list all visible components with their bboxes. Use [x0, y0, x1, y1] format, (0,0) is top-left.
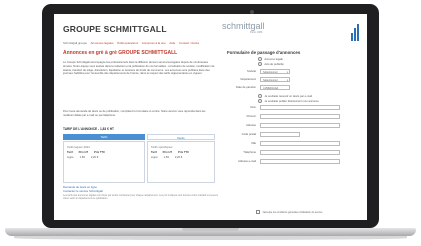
schmittgall-logo[interactable]: schmittgall: [222, 21, 265, 31]
label-ville: Ville: [250, 142, 256, 145]
panel-header-row: Tarif Prix HT Prix TTC: [151, 151, 213, 154]
adresse-field[interactable]: [260, 123, 340, 128]
label-nom: Nom: [250, 106, 256, 109]
laptop-shadow: [14, 236, 407, 240]
radio-label: Je souhaite recevoir un devis par e-mail: [264, 94, 312, 98]
col-header: Tarif: [67, 151, 73, 154]
cell: 2,20 €: [174, 156, 183, 159]
panel-subtitle: Tarifs légaux 2024: [67, 145, 90, 149]
tarifs-panel: Tarifs légaux 2024 Tarif Prix HT Prix TT…: [63, 141, 145, 183]
label-telephone: Téléphone: [243, 151, 256, 154]
radio-publier[interactable]: Je souhaite publier directement mon anno…: [258, 99, 319, 104]
label-societe: Société: [247, 70, 256, 73]
nav-item-annonces[interactable]: Annonces légales: [91, 41, 114, 45]
cell: Ligne: [151, 156, 158, 159]
col-header: Prix HT: [162, 151, 173, 154]
intro-paragraph: Le Groupe Schmittgall accompagne les pro…: [63, 61, 215, 76]
ville-field[interactable]: [260, 141, 340, 146]
devis-panel: Tarifs spécifiques Tarif Prix HT Prix TT…: [147, 141, 215, 183]
nom-field[interactable]: [260, 105, 340, 110]
email-field[interactable]: [260, 159, 340, 164]
form-title: Formulaire de passage d'annonces: [227, 50, 301, 55]
radio-devis-email[interactable]: Je souhaite recevoir un devis par e-mail: [258, 94, 312, 99]
col-header: Prix TTC: [178, 151, 190, 154]
nav-item-aide[interactable]: Aide: [169, 41, 175, 45]
brand-title: GROUPE SCHMITTGALL: [63, 24, 167, 34]
label-code-postal: Code postal: [241, 133, 256, 136]
tab-tarifs[interactable]: Tarifs: [63, 134, 145, 140]
tab-devis[interactable]: Devis: [147, 134, 215, 140]
radio-annonce-legale[interactable]: Annonce légale: [258, 57, 283, 62]
checkbox-icon[interactable]: [256, 210, 261, 215]
radio-circle-icon[interactable]: [258, 62, 263, 67]
logo-subtitle: Paris 1986: [250, 31, 263, 34]
table-row: Ligne 1,83 2,20 €: [67, 156, 142, 159]
cell: Ligne: [67, 156, 74, 159]
radio-circle-icon[interactable]: [258, 99, 263, 104]
label-departement: Département: [240, 78, 256, 81]
date-field[interactable]: JJ/MM/AAAA: [260, 85, 290, 90]
prenom-field[interactable]: [260, 114, 340, 119]
col-header: Prix TTC: [94, 151, 106, 154]
page-title: Annonces en grè à grè GROUPE SCHMITTGALL: [63, 50, 178, 56]
nav-item-une[interactable]: Annonces à la une: [142, 41, 166, 45]
cell: 2,20 €: [90, 156, 99, 159]
departement-select[interactable]: Sélectionnez: [260, 77, 290, 82]
label-email: Adresse e-mail: [238, 160, 256, 163]
radio-circle-icon[interactable]: [258, 94, 263, 99]
consent-label: J'accepte les conditions générales d'uti…: [262, 210, 323, 214]
consent-checkbox[interactable]: J'accepte les conditions générales d'uti…: [256, 210, 323, 215]
cell: 1,83: [163, 156, 169, 159]
panel-subtitle: Tarifs spécifiques: [151, 145, 173, 149]
telephone-field[interactable]: [260, 150, 340, 155]
label-prenom: Prénom: [246, 115, 256, 118]
societe-select[interactable]: Sélectionnez: [260, 69, 290, 74]
radio-avis[interactable]: Avis de publicité: [258, 62, 284, 67]
radio-circle-icon[interactable]: [258, 57, 263, 62]
info-paragraph: Pour toute demande de devis ou de public…: [63, 110, 206, 117]
code-postal-field[interactable]: [260, 132, 300, 137]
cell: 1,83: [79, 156, 85, 159]
link-list: Demande de devis en ligne Contactez le s…: [63, 185, 103, 193]
contact-link[interactable]: Contactez le service Schmittgall: [63, 189, 103, 193]
footnote: Les tarifs des annonces légales sont fix…: [63, 194, 218, 201]
bar-chart-icon: [351, 24, 361, 41]
radio-label: Annonce légale: [264, 57, 283, 61]
label-adresse: Adresse: [246, 124, 256, 127]
nav-item-publi[interactable]: Publi-opérations: [117, 41, 138, 45]
nav-item-groupe[interactable]: Schmittgall groupe: [63, 41, 87, 45]
table-row: Ligne 1,83 2,20 €: [151, 156, 213, 159]
col-header: Tarif: [151, 151, 157, 154]
label-date: Date de parution: [236, 86, 256, 89]
panel-header-row: Tarif Prix HT Prix TTC: [67, 151, 142, 154]
radio-label: Je souhaite publier directement mon anno…: [264, 99, 319, 103]
top-nav: Schmittgall groupe Annonces légales Publ…: [63, 41, 353, 45]
table-title: TARIF DE L'ANNONCE - 1,83 € HT: [63, 127, 114, 131]
laptop-notch: [182, 228, 239, 231]
screen: GROUPE SCHMITTGALL schmittgall Paris 198…: [54, 14, 367, 220]
nav-item-contact[interactable]: Contact / Accès: [179, 41, 199, 45]
radio-label: Avis de publicité: [264, 62, 284, 66]
col-header: Prix HT: [78, 151, 89, 154]
